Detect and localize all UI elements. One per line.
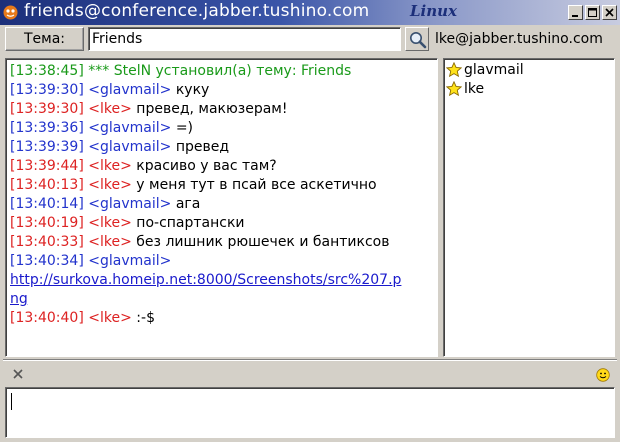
topic-button[interactable]: Тема: xyxy=(5,27,84,51)
maximize-button[interactable] xyxy=(585,5,600,20)
chat-link[interactable]: http://surkova.homeip.net:8000/Screensho… xyxy=(10,271,437,290)
window-title: friends@conference.jabber.tushino.com xyxy=(24,1,370,21)
chat-link-line1[interactable]: http://surkova.homeip.net:8000/Screensho… xyxy=(10,272,401,288)
topic-field[interactable]: Friends xyxy=(88,27,401,51)
participant-name: lke xyxy=(464,81,485,97)
chat-link[interactable]: ng xyxy=(10,290,437,309)
search-icon xyxy=(410,32,427,49)
chat-message: [13:39:30] <glavmail> куку xyxy=(10,82,210,98)
maximize-icon xyxy=(588,8,597,17)
chat-message: [13:40:40] <lke> :-$ xyxy=(10,310,155,326)
search-button[interactable] xyxy=(405,27,429,51)
wm-brand-logo: Linux xyxy=(410,2,457,20)
chat-message: [13:39:30] <lke> превед, макюзерам! xyxy=(10,101,288,117)
chat-message: [13:40:13] <lke> у меня тут в псай все а… xyxy=(10,177,377,193)
app-icon[interactable] xyxy=(2,4,19,21)
minimize-button[interactable] xyxy=(568,5,583,20)
chat-message: [13:39:39] <glavmail> превед xyxy=(10,139,230,155)
close-chat-icon[interactable] xyxy=(12,368,24,380)
minimize-icon xyxy=(572,15,578,17)
participant-list[interactable]: glavmail lke xyxy=(443,58,615,357)
emoticon-icon[interactable] xyxy=(596,368,610,382)
star-icon xyxy=(446,81,462,97)
chat-log[interactable]: [13:38:45] *** StelN установил(а) тему: … xyxy=(5,58,438,357)
chat-message: [13:40:33] <lke> без лишник рюшечек и ба… xyxy=(10,234,390,250)
participant-item[interactable]: lke xyxy=(446,80,614,99)
participant-item[interactable]: glavmail xyxy=(446,61,614,80)
chat-message: [13:38:45] *** StelN установил(а) тему: … xyxy=(10,63,352,79)
chat-message: [13:40:19] <lke> по-спартански xyxy=(10,215,245,231)
star-icon xyxy=(446,62,462,78)
close-button[interactable] xyxy=(602,5,617,20)
close-icon xyxy=(605,8,614,17)
chat-message: [13:39:36] <glavmail> =) xyxy=(10,120,194,136)
horizontal-splitter[interactable] xyxy=(3,359,617,361)
message-input[interactable] xyxy=(5,387,615,438)
chat-message: [13:39:44] <lke> красиво у вас там? xyxy=(10,158,277,174)
chat-link-line2[interactable]: ng xyxy=(10,291,28,307)
participant-name: glavmail xyxy=(464,62,524,78)
own-jid-label: lke@jabber.tushino.com xyxy=(435,31,603,47)
text-caret xyxy=(11,393,12,410)
chat-message: [13:40:34] <glavmail> xyxy=(10,253,172,269)
chat-message: [13:40:14] <glavmail> ага xyxy=(10,196,201,212)
title-bar[interactable]: friends@conference.jabber.tushino.com Li… xyxy=(0,0,620,25)
